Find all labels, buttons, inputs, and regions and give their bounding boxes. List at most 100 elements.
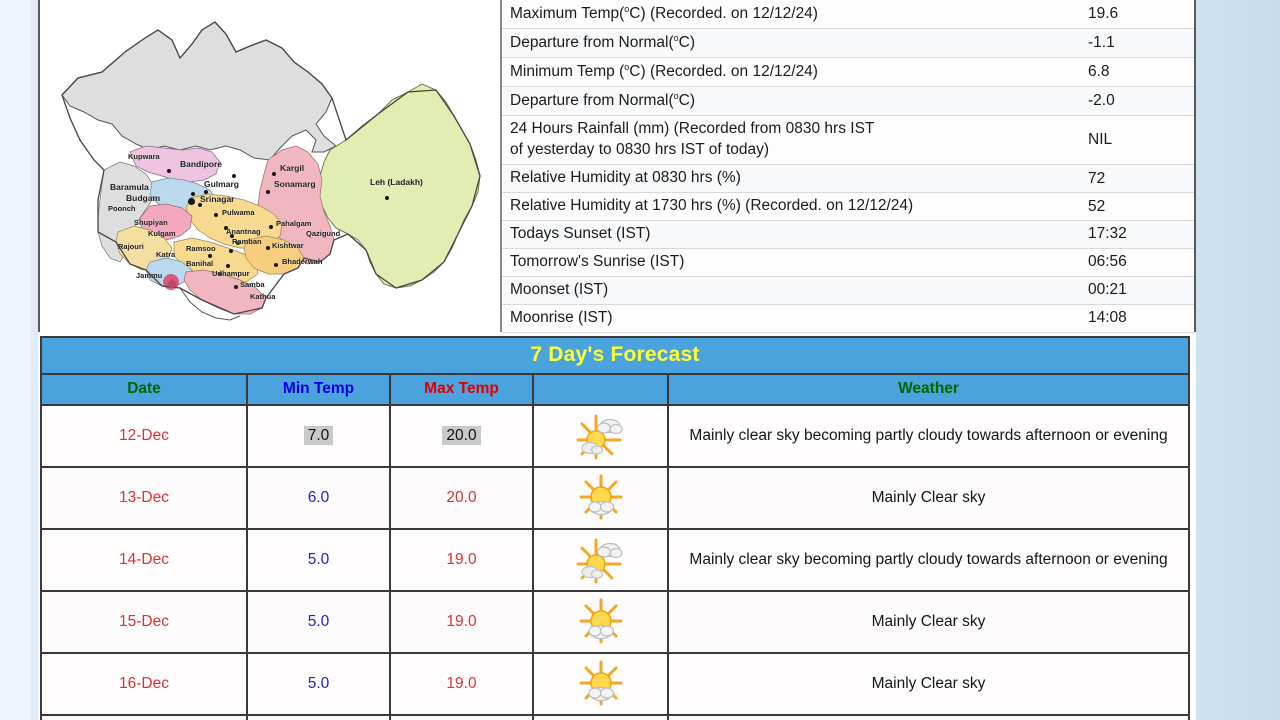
observation-row: Relative Humidity at 0830 hrs (%) 72 [502, 165, 1194, 194]
observation-value: 72 [1088, 169, 1106, 187]
map-label-pulwama: Pulwama [222, 208, 255, 217]
forecast-max-temp: 20.0 [390, 467, 534, 530]
forecast-date: 14-Dec [42, 529, 248, 592]
map-label-bhaderwah: Bhaderwah [282, 257, 323, 266]
map-label-qazigund: Qazigund [306, 229, 341, 238]
observation-row: Departure from Normal(oC) -1.1 [502, 29, 1194, 59]
forecast-weather-icon-cell [533, 529, 669, 592]
column-header-max-temp: Max Temp [390, 375, 534, 406]
observation-label: 24 Hours Rainfall (mm) (Recorded from 08… [510, 120, 875, 159]
forecast-row[interactable]: 14-Dec 5.0 19.0 Mainly clear sky becomin… [42, 529, 1188, 592]
observation-value: 52 [1088, 197, 1106, 215]
map-dot-kargil [272, 172, 276, 176]
forecast-date: 13-Dec [42, 467, 248, 530]
sun-with-small-cloud-icon [540, 594, 661, 650]
forecast-row[interactable]: 17-Dec 5.0 19.0 [42, 715, 1188, 720]
forecast-title: 7 Day's Forecast [42, 338, 1188, 375]
map-label-banihal: Banihal [186, 259, 214, 268]
forecast-weather-icon-cell [533, 715, 669, 720]
observation-row: Minimum Temp (oC) (Recorded. on 12/12/24… [502, 58, 1194, 88]
observation-label: Moonrise (IST) [510, 308, 613, 326]
observation-label: Departure from Normal(oC) [510, 33, 696, 52]
map-dot-kishtwar [266, 246, 270, 250]
observation-value: 00:21 [1088, 281, 1127, 299]
observation-label: Tomorrow's Sunrise (IST) [510, 252, 685, 270]
forecast-date: 17-Dec [42, 715, 248, 720]
observation-value: -2.0 [1088, 92, 1115, 110]
forecast-weather-text: Mainly Clear sky [668, 653, 1188, 716]
observation-label: Moonset (IST) [510, 280, 609, 298]
map-label-ramban: Ramban [232, 237, 262, 246]
forecast-max-temp: 19.0 [390, 653, 534, 716]
map-label-leh: Leh (Ladakh) [370, 177, 423, 187]
forecast-min-temp-value: 7.0 [303, 426, 334, 445]
observation-row: Relative Humidity at 1730 hrs (%) (Recor… [502, 193, 1194, 221]
forecast-row[interactable]: 13-Dec 6.0 20.0 Mainly Clear sky [42, 467, 1188, 530]
map-label-kathua: Kathua [250, 292, 276, 301]
forecast-weather-icon-cell [533, 467, 669, 530]
jammu-kashmir-map-panel: Kupwara Bandipore Kargil Baramula Gulmar… [40, 0, 502, 332]
forecast-min-temp: 5.0 [247, 591, 391, 654]
observation-label: Maximum Temp(oC) (Recorded. on 12/12/24) [510, 4, 818, 23]
observation-label: Relative Humidity at 1730 hrs (%) (Recor… [510, 197, 914, 215]
map-dot-katra [208, 254, 212, 258]
map-label-kupwara: Kupwara [128, 152, 160, 161]
observation-value: 06:56 [1088, 253, 1127, 271]
map-label-kulgam: Kulgam [148, 229, 176, 238]
observations-panel: Maximum Temp(oC) (Recorded. on 12/12/24)… [502, 0, 1194, 333]
map-label-samba: Samba [240, 280, 265, 289]
forecast-max-temp: 20.0 [390, 405, 534, 468]
forecast-min-temp: 5.0 [247, 653, 391, 716]
map-dot-bandipore [232, 174, 236, 178]
observation-row: Departure from Normal(oC) -2.0 [502, 87, 1194, 117]
forecast-header-row: Date Min Temp Max Temp Weather [42, 375, 1188, 406]
observation-value: 6.8 [1088, 63, 1110, 81]
map-label-shupiyan: Shupiyan [134, 218, 168, 227]
map-dot-jammu [168, 280, 176, 288]
observation-value: -1.1 [1088, 34, 1115, 52]
map-label-anantnag: Anantnag [226, 227, 261, 236]
map-place-labels: Kupwara Bandipore Kargil Baramula Gulmar… [40, 0, 500, 332]
observations-list: Maximum Temp(oC) (Recorded. on 12/12/24)… [502, 0, 1194, 333]
map-dot-leh [385, 196, 389, 200]
forecast-section: 7 Day's Forecast Date Min Temp Max Temp … [40, 336, 1190, 720]
map-dot-kupwara [167, 169, 171, 173]
forecast-max-temp: 19.0 [390, 529, 534, 592]
map-dot-banihal [226, 264, 230, 268]
sun-behind-cloud-icon [540, 408, 661, 464]
sun-with-small-cloud-icon [540, 470, 661, 526]
observation-label: Minimum Temp (oC) (Recorded. on 12/12/24… [510, 62, 818, 81]
forecast-weather-text: Mainly Clear sky [668, 467, 1188, 530]
map-dot-samba [234, 285, 238, 289]
forecast-weather-text: Mainly Clear sky [668, 591, 1188, 654]
observation-row: Todays Sunset (IST) 17:32 [502, 221, 1194, 249]
forecast-max-temp: 19.0 [390, 591, 534, 654]
forecast-weather-text: Mainly clear sky becoming partly cloudy … [668, 529, 1188, 592]
forecast-row[interactable]: 12-Dec 7.0 20.0 Mainly clear sky becomin… [42, 405, 1188, 468]
observation-row: Moonrise (IST) 14:08 [502, 304, 1194, 333]
observation-value: NIL [1088, 131, 1113, 149]
forecast-row[interactable]: 16-Dec 5.0 19.0 Mainly Clear sky [42, 653, 1188, 716]
map-label-sonamarg: Sonamarg [274, 179, 316, 189]
map-label-baramula: Baramula [110, 182, 149, 192]
column-header-date: Date [42, 375, 248, 406]
map-dot-ramsoo [229, 249, 233, 253]
map-label-srinagar: Srinagar [200, 194, 235, 204]
observation-label: Departure from Normal(oC) [510, 91, 696, 110]
map-label-jammu: Jammu [136, 271, 163, 280]
column-header-weather: Weather [668, 375, 1188, 406]
map-label-udhampur: Udhampur [212, 269, 250, 278]
forecast-date: 16-Dec [42, 653, 248, 716]
forecast-weather-icon-cell [533, 405, 669, 468]
map-label-kishtwar: Kishtwar [272, 241, 304, 250]
forecast-weather-icon-cell [533, 591, 669, 654]
map-dot-sonamarg [266, 190, 270, 194]
observation-label: Relative Humidity at 0830 hrs (%) [510, 169, 741, 187]
map-dot-baramula [191, 192, 195, 196]
map-dot-pulwama [214, 213, 218, 217]
map-label-budgam: Budgam [126, 193, 160, 203]
column-header-icon [533, 375, 669, 406]
forecast-row[interactable]: 15-Dec 5.0 19.0 Mainly Clear sky [42, 591, 1188, 654]
forecast-weather-text: Mainly clear sky becoming partly cloudy … [668, 405, 1188, 468]
map-label-pahalgam: Pahalgam [276, 219, 312, 228]
